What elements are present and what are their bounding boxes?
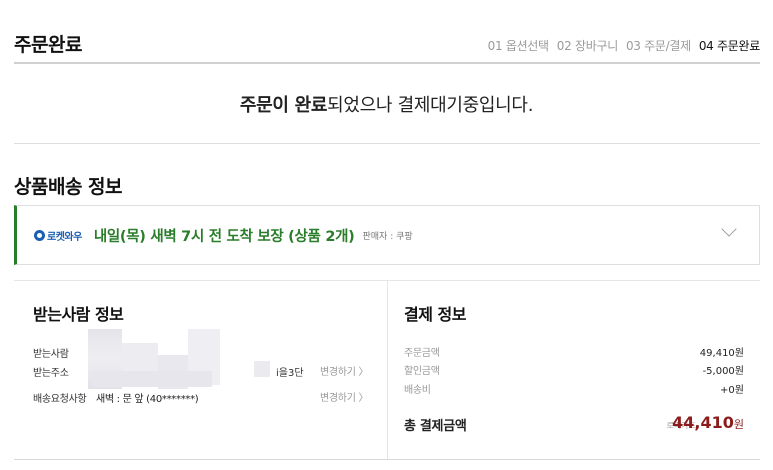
delivery-guarantee-text: 내일(목) 새벽 7시 전 도착 보장 (상품 2개) <box>93 228 355 245</box>
panel-divider <box>387 281 388 460</box>
rocket-wow-label: 로켓와우 <box>47 231 82 243</box>
completion-message-bold: 주문이 완료 <box>239 95 328 116</box>
step-options: 01 옵션선택 <box>487 39 549 53</box>
chevron-down-icon[interactable] <box>721 221 737 237</box>
rocket-icon <box>34 229 45 241</box>
completion-message: 주문이 완료되었으나 결제대기중입니다. <box>0 91 773 117</box>
seller-label: 판매자 : 쿠팡 <box>362 231 413 242</box>
change-request-link[interactable]: 변경하기 〉 <box>320 389 368 404</box>
recipient-name-label: 받는사람 <box>33 349 69 360</box>
shipping-fee-value: +0원 <box>720 385 744 396</box>
order-steps: 01 옵션선택 02 장바구니 03 주문/결제 04 주문완료 <box>487 37 761 54</box>
recipient-title: 받는사람 정보 <box>33 305 124 324</box>
discount-value: -5,000원 <box>702 366 744 377</box>
completion-message-rest: 되었으나 결제대기중입니다. <box>327 95 534 116</box>
step-checkout: 03 주문/결제 <box>625 39 691 53</box>
step-cart: 02 장바구니 <box>556 39 618 53</box>
delivery-request-label: 배송요청사항 <box>33 394 87 405</box>
order-amount-value: 49,410원 <box>699 348 744 359</box>
header-divider <box>14 62 760 64</box>
total-amount-unit: 원 <box>733 418 744 431</box>
delivery-summary[interactable]: 로켓와우 내일(목) 새벽 7시 전 도착 보장 (상품 2개) 판매자 : 쿠… <box>14 205 760 265</box>
redacted-block <box>92 371 212 387</box>
step-complete: 04 주문완료 <box>698 39 760 53</box>
change-address-link[interactable]: 변경하기 〉 <box>320 363 368 378</box>
address-tail: i을3단 <box>276 368 304 379</box>
rocket-wow-logo: 로켓와우 <box>34 228 82 243</box>
info-panels: 받는사람 정보 받는사람 받는주소 배송요청사항 i을3단 새벽 : 문 앞 (… <box>14 280 760 460</box>
message-divider <box>14 143 760 144</box>
recipient-address-label: 받는주소 <box>33 368 69 379</box>
delivery-section-title: 상품배송 정보 <box>14 176 123 198</box>
page-title: 주문완료 <box>14 34 82 56</box>
delivery-request-value: 새벽 : 문 앞 (40*******) <box>96 394 199 405</box>
redacted-block <box>254 361 270 377</box>
total-amount-number: 44,410 <box>672 413 734 432</box>
order-amount-label: 주문금액 <box>404 348 440 359</box>
total-label: 총 결제금액 <box>404 419 467 434</box>
discount-label: 할인금액 <box>404 366 440 377</box>
shipping-fee-label: 배송비 <box>404 385 431 396</box>
payment-title: 결제 정보 <box>404 305 466 324</box>
panel-bottom-divider <box>14 459 760 460</box>
total-amount: 44,410원 <box>672 413 744 432</box>
